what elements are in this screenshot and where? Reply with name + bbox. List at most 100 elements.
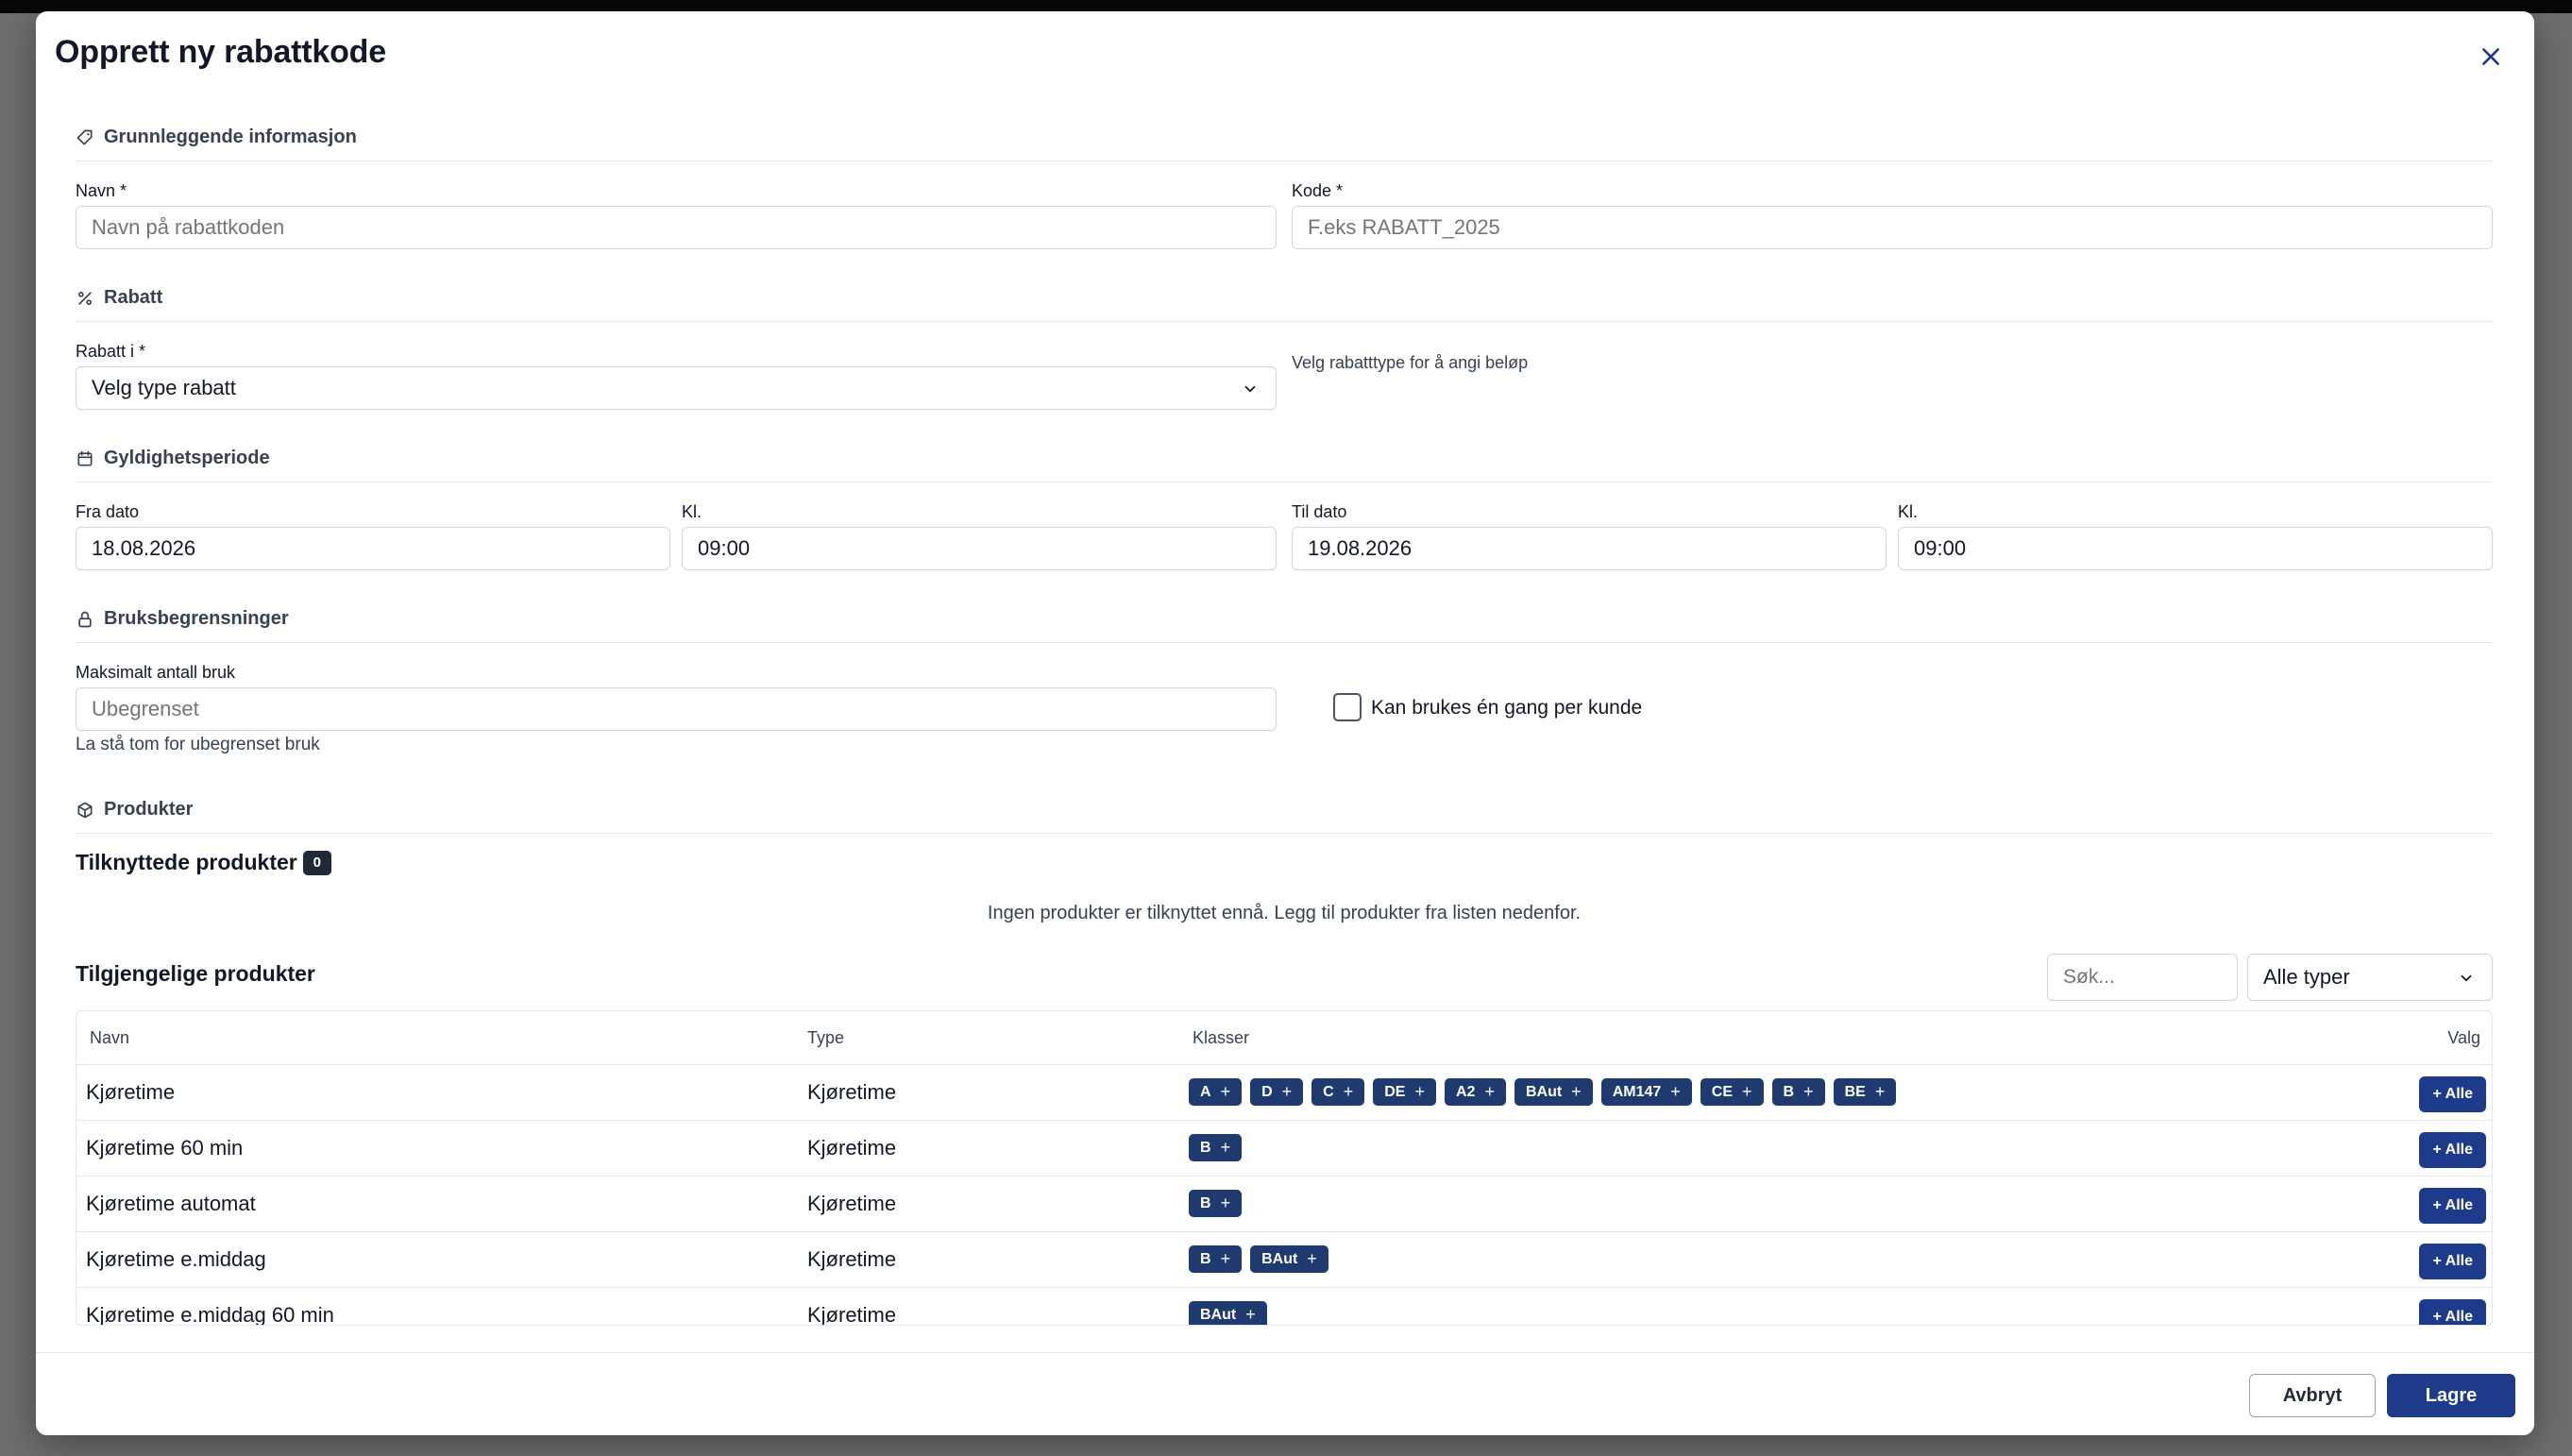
class-chip-button[interactable]: AM147 + [1600, 1078, 1692, 1106]
discount-type-hint: Velg rabatttype for å angi beløp [1292, 353, 1529, 372]
close-icon [2482, 48, 2499, 65]
column-header-classes: Klasser [1193, 1028, 1250, 1047]
from-time-input[interactable]: 09:00 [682, 527, 1277, 570]
to-time-input[interactable]: 09:00 [1898, 527, 2493, 570]
name-input[interactable] [76, 206, 1277, 249]
once-per-customer-checkbox[interactable] [1333, 693, 1362, 721]
once-per-customer-label: Kan brukes én gang per kunde [1371, 697, 1643, 719]
section-limits-title: Bruksbegrensninger [104, 608, 289, 629]
code-input[interactable] [1292, 206, 2493, 249]
discount-type-value: Velg type rabatt [92, 376, 236, 399]
class-chip-button[interactable]: A + [1189, 1078, 1243, 1106]
plus-icon: + [1220, 1194, 1231, 1212]
class-chip-label: A2 [1455, 1083, 1476, 1100]
chevron-down-icon [2461, 974, 2472, 982]
class-chip-button[interactable]: B + [1189, 1190, 1243, 1217]
discount-type-label: Rabatt i * [76, 342, 146, 361]
box-icon [77, 802, 93, 818]
product-type: Kjøretime [807, 1303, 897, 1326]
class-chip-label: A [1200, 1083, 1211, 1100]
add-all-classes-button[interactable]: + Alle [2419, 1132, 2486, 1168]
product-type: Kjøretime [807, 1080, 897, 1104]
plus-icon: + [1874, 1082, 1886, 1101]
product-name: Kjøretime 60 min [86, 1136, 244, 1160]
product-name: Kjøretime e.middag 60 min [86, 1303, 334, 1326]
save-button[interactable]: Lagre [2387, 1374, 2515, 1417]
class-chip-button[interactable]: BAut + [1250, 1245, 1328, 1273]
class-chip-label: CE [1711, 1083, 1734, 1100]
type-filter-value: Alle typer [2263, 965, 2350, 989]
class-chips: B + BAut + [1189, 1245, 1328, 1273]
linked-count-badge: 0 [302, 850, 331, 875]
section-validity-header: Gyldighetsperiode [76, 448, 270, 469]
calendar-icon [77, 450, 93, 466]
class-chips: B + [1189, 1190, 1243, 1217]
plus-icon: + [1414, 1082, 1425, 1101]
class-chip-button[interactable]: CE + [1700, 1078, 1764, 1106]
class-chip-label: B [1200, 1250, 1211, 1267]
type-filter-select[interactable]: Alle typer [2247, 954, 2493, 1001]
column-header-action: Valg [2447, 1028, 2480, 1047]
column-header-type: Type [807, 1028, 845, 1047]
to-time-label: Kl. [1898, 502, 1919, 521]
divider [76, 642, 2493, 643]
table-row: Kjøretime e.middag Kjøretime B + BAut + + Alle [76, 1231, 2492, 1287]
percent-icon [77, 291, 93, 305]
plus-icon: + [1220, 1082, 1231, 1101]
divider [76, 833, 2493, 834]
add-all-classes-button[interactable]: + Alle [2419, 1244, 2486, 1279]
class-chip-button[interactable]: A2 + [1444, 1078, 1506, 1106]
divider [76, 321, 2493, 322]
product-type: Kjøretime [807, 1247, 897, 1271]
name-label: Navn * [76, 181, 127, 200]
code-label: Kode * [1292, 181, 1344, 200]
chevron-down-icon [1244, 385, 1256, 393]
section-products-header: Produkter [76, 799, 193, 821]
class-chip-button[interactable]: B + [1771, 1078, 1825, 1106]
class-chip-label: B [1783, 1083, 1795, 1100]
class-chip-button[interactable]: C + [1311, 1078, 1365, 1106]
add-all-classes-button[interactable]: + Alle [2419, 1188, 2486, 1224]
product-name: Kjøretime e.middag [86, 1247, 266, 1271]
class-chips: BAut + [1189, 1301, 1267, 1325]
max-uses-helper: La stå tom for ubegrenset bruk [76, 735, 320, 754]
lock-icon [78, 611, 92, 627]
section-validity-title: Gyldighetsperiode [104, 448, 270, 468]
to-date-label: Til dato [1292, 502, 1347, 521]
class-chip-button[interactable]: B + [1189, 1134, 1243, 1161]
section-limits-header: Bruksbegrensninger [76, 608, 289, 630]
plus-icon: + [1571, 1082, 1582, 1101]
linked-products-title: Tilknyttede produkter [76, 850, 297, 874]
linked-products-heading: Tilknyttede produkter 0 [76, 850, 331, 875]
plus-icon: + [1220, 1138, 1231, 1157]
class-chip-label: AM147 [1612, 1083, 1662, 1100]
create-discount-modal: Opprett ny rabattkode Grunnleggende info… [36, 11, 2534, 1435]
class-chip-button[interactable]: BAut + [1189, 1301, 1267, 1325]
add-all-classes-button[interactable]: + Alle [2419, 1076, 2486, 1112]
plus-icon: + [1307, 1249, 1317, 1268]
to-date-input[interactable]: 19.08.2026 [1292, 527, 1887, 570]
class-chip-button[interactable]: DE + [1373, 1078, 1436, 1106]
class-chip-button[interactable]: BAut + [1514, 1078, 1593, 1106]
plus-icon: + [1484, 1082, 1495, 1101]
class-chip-label: BAut [1261, 1250, 1298, 1267]
close-button[interactable] [2472, 38, 2510, 76]
class-chip-button[interactable]: BE + [1833, 1078, 1897, 1106]
cancel-button[interactable]: Avbryt [2249, 1374, 2376, 1417]
modal-title: Opprett ny rabattkode [55, 34, 386, 70]
class-chip-label: BAut [1200, 1306, 1237, 1323]
add-all-classes-button[interactable]: + Alle [2419, 1299, 2486, 1325]
class-chip-button[interactable]: B + [1189, 1245, 1243, 1273]
max-uses-input[interactable] [76, 687, 1277, 731]
available-products-table: Navn Type Klasser Valg Kjøretime Kjøretim… [76, 1010, 2493, 1326]
plus-icon: + [1245, 1305, 1256, 1324]
discount-type-select[interactable]: Velg type rabatt [76, 366, 1277, 410]
plus-icon: + [1742, 1082, 1752, 1101]
from-date-label: Fra dato [76, 502, 140, 521]
section-basic-title: Grunnleggende informasjon [104, 127, 357, 147]
class-chip-label: B [1200, 1139, 1211, 1156]
class-chip-button[interactable]: D + [1250, 1078, 1304, 1106]
from-date-input[interactable]: 18.08.2026 [76, 527, 670, 570]
product-search-input[interactable] [2047, 954, 2238, 1001]
plus-icon: + [1670, 1082, 1681, 1101]
